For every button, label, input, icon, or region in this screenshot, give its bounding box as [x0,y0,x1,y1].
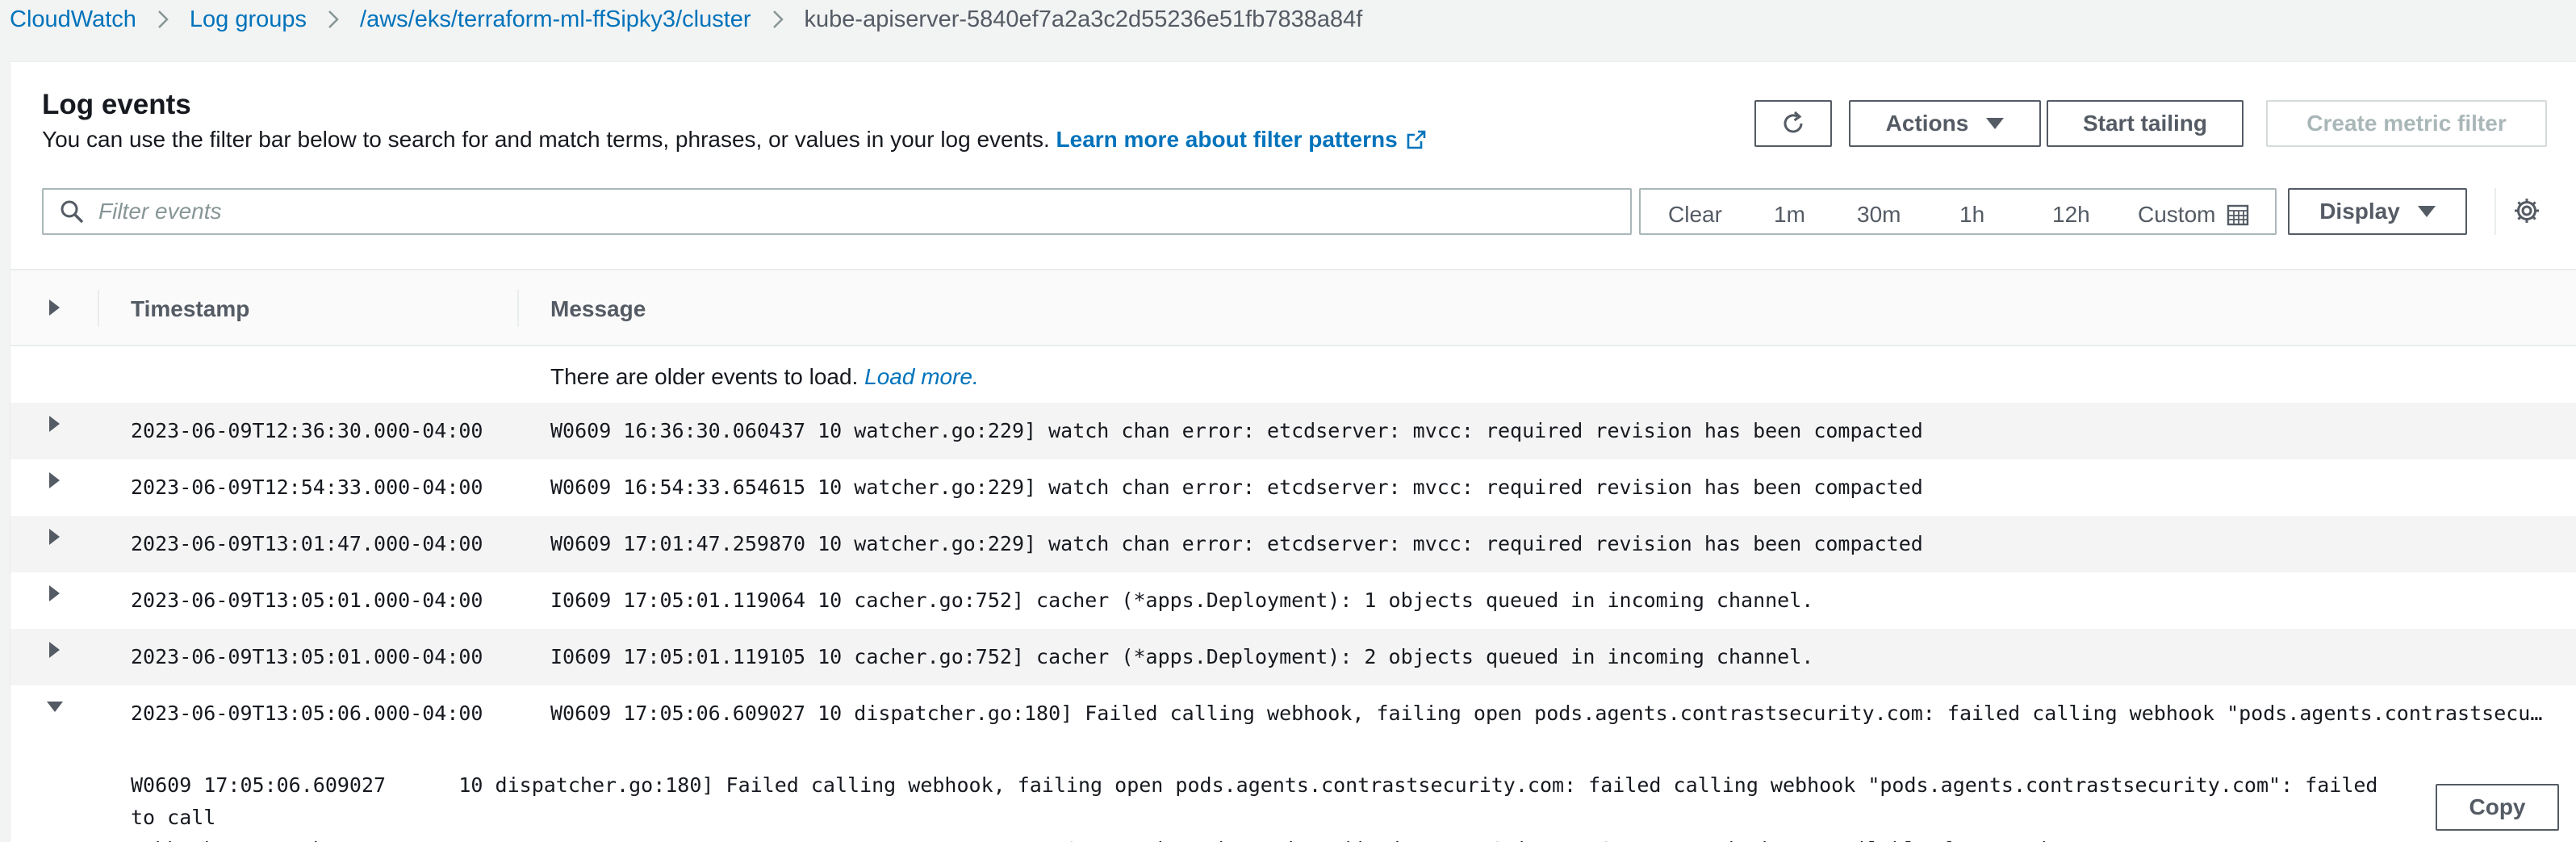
row-message: W0609 17:01:47.259870 10 watcher.go:229]… [550,532,1923,555]
start-tailing-button[interactable]: Start tailing [2047,100,2244,147]
chevron-right-icon [157,10,169,29]
external-link-icon [1406,129,1427,156]
table-row[interactable]: 2023-06-09T12:54:33.000-04:00 W0609 16:5… [10,459,2576,516]
chevron-right-icon [328,10,339,29]
calendar-icon [2227,203,2249,226]
breadcrumb-log-groups[interactable]: Log groups [190,6,307,33]
search-icon [60,199,84,224]
table-row[interactable]: 2023-06-09T13:05:01.000-04:00 I0609 17:0… [10,572,2576,629]
create-metric-filter-button[interactable]: Create metric filter [2266,100,2547,147]
gear-icon[interactable] [2512,196,2541,229]
column-divider [98,290,99,327]
display-button[interactable]: Display [2288,188,2467,235]
row-timestamp: 2023-06-09T13:05:01.000-04:00 [131,589,483,612]
column-header-timestamp[interactable]: Timestamp [131,296,249,322]
table-row[interactable]: 2023-06-09T13:05:01.000-04:00 I0609 17:0… [10,629,2576,685]
expand-row-toggle[interactable] [49,585,60,601]
time-range-12h[interactable]: 12h [2052,202,2090,228]
table-row-expanded[interactable]: 2023-06-09T13:05:06.000-04:00 W0609 17:0… [10,685,2576,742]
breadcrumb-log-group[interactable]: /aws/eks/terraform-ml-ffSipky3/cluster [360,6,751,33]
row-message: W0609 16:36:30.060437 10 watcher.go:229]… [550,419,1923,442]
time-range-selector: Clear 1m 30m 1h 12h Custom [1639,188,2277,235]
learn-more-link[interactable]: Learn more about filter patterns [1056,127,1427,152]
time-range-1m[interactable]: 1m [1774,202,1805,228]
display-label: Display [2319,199,2400,224]
chevron-right-icon [772,10,784,29]
row-message: W0609 16:54:33.654615 10 watcher.go:229]… [550,475,1923,499]
breadcrumb-cloudwatch[interactable]: CloudWatch [10,6,136,33]
description-text: You can use the filter bar below to sear… [42,127,1050,152]
actions-label: Actions [1885,111,1969,136]
actions-button[interactable]: Actions [1849,100,2041,147]
expanded-event-detail: W0609 17:05:06.609027 10 dispatcher.go:1… [10,742,2576,842]
row-message: I0609 17:05:01.119105 10 cacher.go:752] … [550,645,1814,668]
row-message: W0609 17:05:06.609027 10 dispatcher.go:1… [550,702,2544,725]
older-events-notice: There are older events to load. Load mor… [550,364,979,390]
time-range-custom[interactable]: Custom [2138,202,2249,228]
load-more-link[interactable]: Load more. [864,364,979,389]
column-header-message[interactable]: Message [550,296,646,322]
expand-row-toggle[interactable] [49,472,60,488]
time-range-clear[interactable]: Clear [1668,202,1722,228]
row-message: I0609 17:05:01.119064 10 cacher.go:752] … [550,589,1814,612]
row-timestamp: 2023-06-09T13:05:01.000-04:00 [131,645,483,668]
table-header: Timestamp Message [10,269,2576,346]
refresh-icon [1779,110,1807,137]
filter-events-box [42,188,1632,235]
caret-down-icon [2417,206,2436,217]
filter-events-input[interactable] [97,198,1630,225]
refresh-button[interactable] [1754,100,1832,147]
expand-row-toggle[interactable] [49,416,60,432]
expand-row-toggle[interactable] [49,529,60,545]
row-timestamp: 2023-06-09T12:36:30.000-04:00 [131,419,483,442]
copy-button[interactable]: Copy [2436,784,2559,831]
toolbar-divider [2494,188,2496,235]
create-metric-filter-label: Create metric filter [2306,111,2507,136]
time-range-30m[interactable]: 30m [1857,202,1901,228]
table-row[interactable]: 2023-06-09T13:01:47.000-04:00 W0609 17:0… [10,516,2576,572]
table-row[interactable]: 2023-06-09T12:36:30.000-04:00 W0609 16:3… [10,403,2576,459]
caret-down-icon [1986,118,2005,129]
panel-description: You can use the filter bar below to sear… [42,127,1427,156]
collapse-row-toggle[interactable] [47,702,63,712]
row-timestamp: 2023-06-09T12:54:33.000-04:00 [131,475,483,499]
row-timestamp: 2023-06-09T13:01:47.000-04:00 [131,532,483,555]
expand-row-toggle[interactable] [49,642,60,658]
learn-more-label: Learn more about filter patterns [1056,127,1398,152]
breadcrumb-current-stream: kube-apiserver-5840ef7a2a3c2d55236e51fb7… [804,6,1363,32]
older-events-text: There are older events to load. [550,364,859,389]
event-detail-text: W0609 17:05:06.609027 10 dispatcher.go:1… [131,773,2390,842]
panel-title: Log events [42,89,191,120]
time-range-custom-label: Custom [2138,202,2216,227]
expand-all-toggle[interactable] [49,300,60,316]
start-tailing-label: Start tailing [2082,111,2207,136]
time-range-1h[interactable]: 1h [1959,202,1984,228]
copy-label: Copy [2469,794,2526,819]
log-events-panel: Log events You can use the filter bar be… [10,61,2576,842]
column-divider [517,290,519,327]
older-events-row: There are older events to load. Load mor… [10,346,2576,403]
row-timestamp: 2023-06-09T13:05:06.000-04:00 [131,702,483,725]
breadcrumb: CloudWatch Log groups /aws/eks/terraform… [10,3,1362,36]
